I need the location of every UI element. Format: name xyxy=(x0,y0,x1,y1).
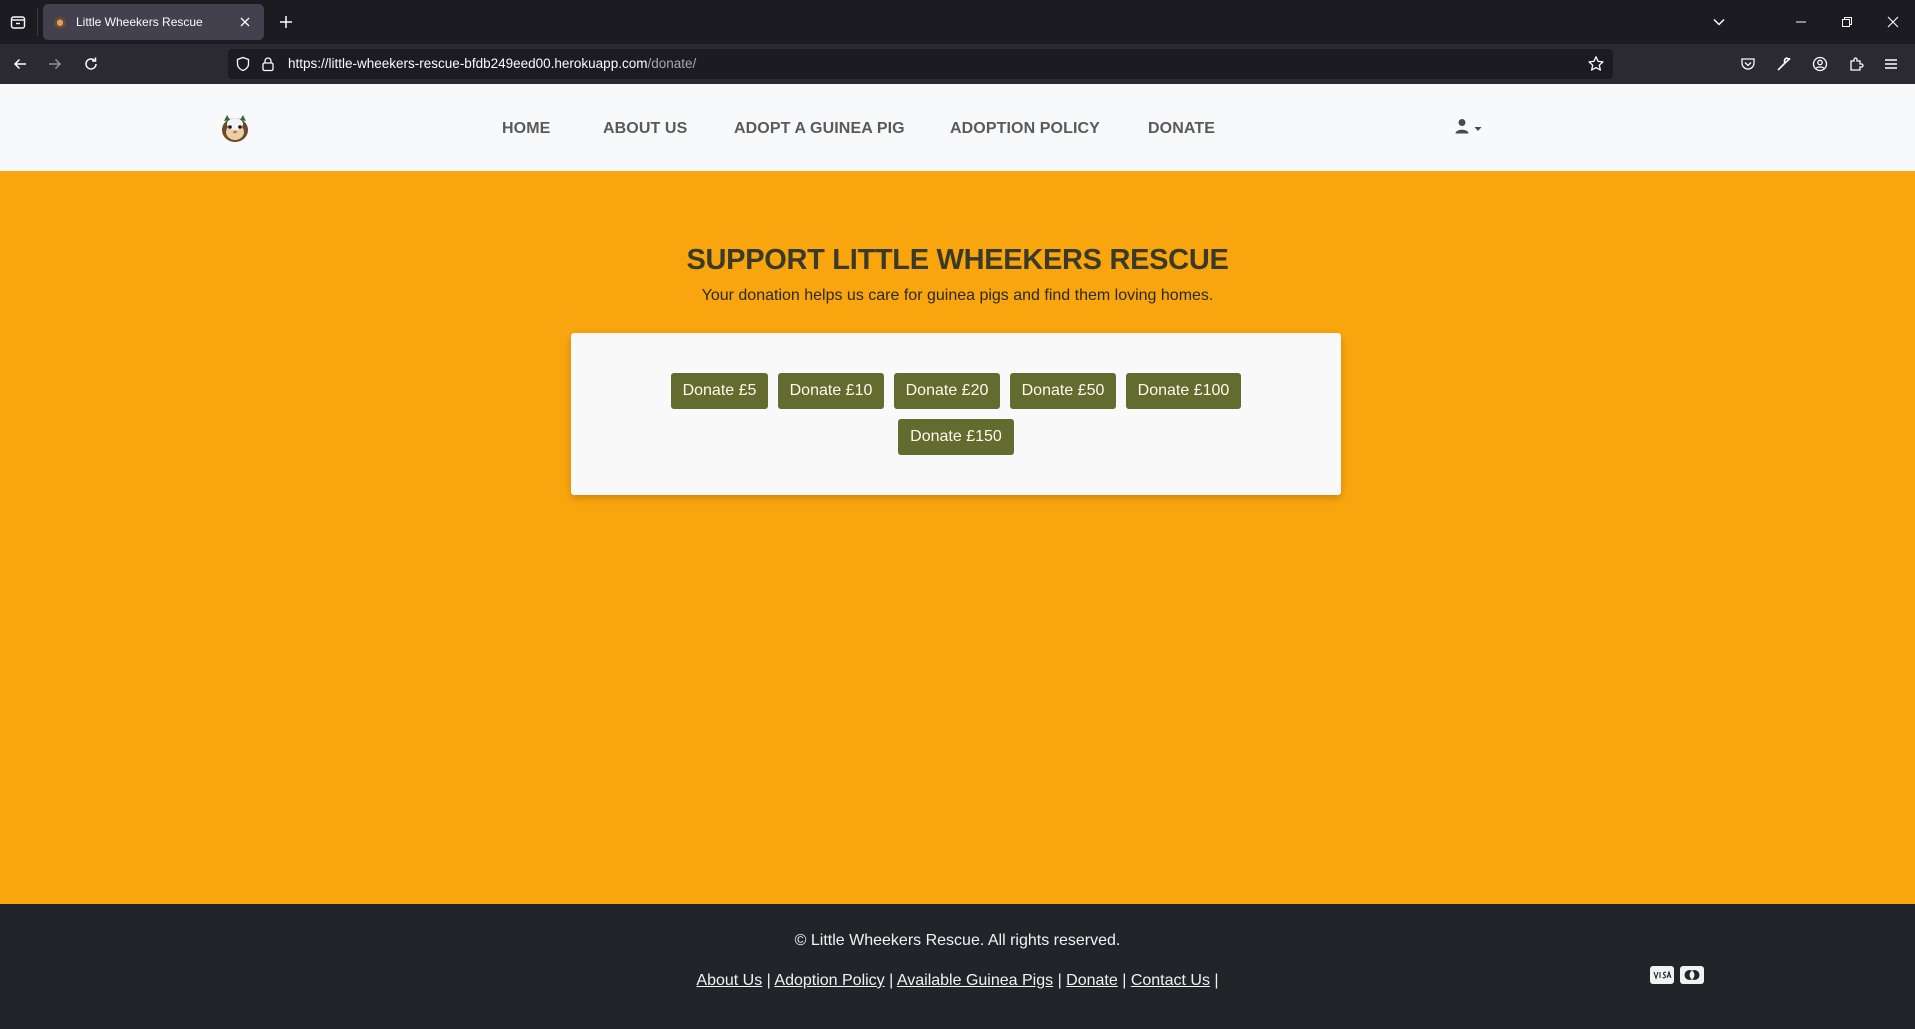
donate-10-button[interactable]: Donate £10 xyxy=(778,373,884,409)
url-text[interactable]: https://little-wheekers-rescue-bfdb249ee… xyxy=(288,56,696,71)
footer-donate-link[interactable]: Donate xyxy=(1066,972,1118,989)
new-tab-icon[interactable] xyxy=(274,10,298,34)
page-content: HOME ABOUT US ADOPT A GUINEA PIG ADOPTIO… xyxy=(0,84,1915,1029)
address-bar[interactable]: https://little-wheekers-rescue-bfdb249ee… xyxy=(228,49,1613,79)
shield-icon[interactable] xyxy=(235,56,251,77)
pocket-icon[interactable] xyxy=(1736,52,1760,76)
footer-separator: | xyxy=(766,972,771,989)
page-subtitle: Your donation helps us care for guinea p… xyxy=(701,287,1214,304)
nav-home-link[interactable]: HOME xyxy=(502,120,550,138)
footer-adoption-policy-link[interactable]: Adoption Policy xyxy=(774,972,884,989)
footer-links: About Us | Adoption Policy | Available G… xyxy=(0,972,1915,990)
footer-separator: | xyxy=(1122,972,1127,989)
site-footer: © Little Wheekers Rescue. All rights res… xyxy=(0,904,1915,1029)
nav-donate-link[interactable]: DONATE xyxy=(1148,120,1215,138)
browser-tab-bar: Little Wheekers Rescue xyxy=(0,0,1915,44)
nav-adopt-link[interactable]: ADOPT A GUINEA PIG xyxy=(734,120,905,138)
donate-150-button[interactable]: Donate £150 xyxy=(898,419,1014,455)
visa-icon xyxy=(1650,966,1674,984)
footer-separator: | xyxy=(1057,972,1062,989)
extensions-icon[interactable] xyxy=(1844,52,1868,76)
tab-list-icon[interactable] xyxy=(6,10,30,34)
donate-20-button[interactable]: Donate £20 xyxy=(894,373,1000,409)
tab-title: Little Wheekers Rescue xyxy=(76,15,203,29)
donate-50-button[interactable]: Donate £50 xyxy=(1010,373,1116,409)
forward-arrow-icon[interactable] xyxy=(43,52,67,76)
restore-icon[interactable] xyxy=(1832,8,1862,36)
guinea-pig-logo-icon[interactable] xyxy=(218,111,252,145)
donation-card: Donate £5 Donate £10 Donate £20 Donate £… xyxy=(571,333,1341,495)
copyright-text: © Little Wheekers Rescue. All rights res… xyxy=(794,932,1121,949)
user-dropdown[interactable] xyxy=(1454,118,1488,138)
browser-tab[interactable]: Little Wheekers Rescue xyxy=(43,4,264,40)
mastercard-icon xyxy=(1680,966,1704,984)
menu-hamburger-icon[interactable] xyxy=(1879,52,1903,76)
browser-toolbar: https://little-wheekers-rescue-bfdb249ee… xyxy=(0,44,1915,84)
chevron-down-icon[interactable] xyxy=(1707,10,1731,34)
donate-5-button[interactable]: Donate £5 xyxy=(671,373,768,409)
wrench-icon[interactable] xyxy=(1772,52,1796,76)
guinea-pig-favicon-icon xyxy=(53,15,67,29)
reload-icon[interactable] xyxy=(79,52,103,76)
nav-about-us-link[interactable]: ABOUT US xyxy=(603,120,687,138)
site-navbar: HOME ABOUT US ADOPT A GUINEA PIG ADOPTIO… xyxy=(0,84,1915,171)
user-icon xyxy=(1454,118,1470,139)
url-path: /donate/ xyxy=(647,56,697,71)
footer-about-us-link[interactable]: About Us xyxy=(696,972,762,989)
account-icon[interactable] xyxy=(1808,52,1832,76)
url-host: https://little-wheekers-rescue-bfdb249ee… xyxy=(288,56,648,71)
back-arrow-icon[interactable] xyxy=(8,52,32,76)
footer-separator: | xyxy=(889,972,894,989)
caret-down-icon xyxy=(1474,119,1482,137)
close-window-icon[interactable] xyxy=(1878,8,1908,36)
bookmark-star-icon[interactable] xyxy=(1587,55,1605,78)
footer-separator: | xyxy=(1214,972,1219,989)
minimize-icon[interactable] xyxy=(1786,8,1816,36)
lock-icon[interactable] xyxy=(260,56,276,77)
footer-contact-us-link[interactable]: Contact Us xyxy=(1131,972,1210,989)
close-tab-icon[interactable] xyxy=(236,13,254,31)
footer-available-guinea-pigs-link[interactable]: Available Guinea Pigs xyxy=(897,972,1053,989)
tab-separator xyxy=(37,8,38,36)
payment-icons xyxy=(1650,966,1704,984)
page-title: SUPPORT LITTLE WHEEKERS RESCUE xyxy=(686,244,1229,276)
nav-adoption-policy-link[interactable]: ADOPTION POLICY xyxy=(950,120,1100,138)
donate-100-button[interactable]: Donate £100 xyxy=(1126,373,1241,409)
